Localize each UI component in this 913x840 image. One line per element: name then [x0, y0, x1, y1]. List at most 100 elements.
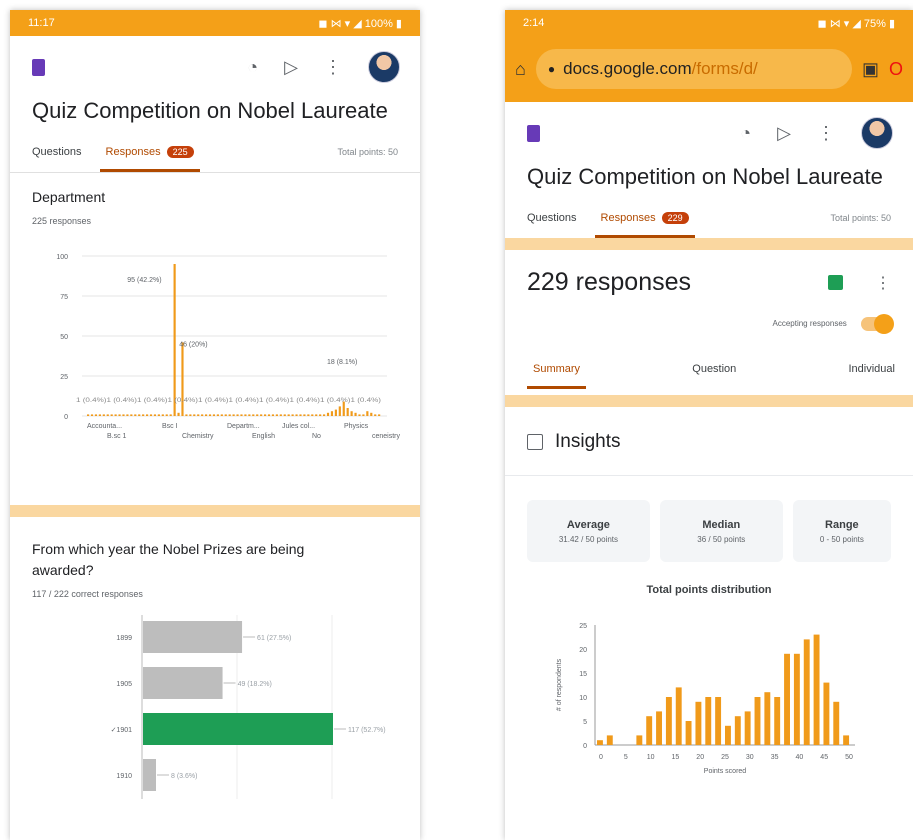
bar: [283, 414, 286, 416]
bar: [271, 414, 275, 416]
bar: [256, 414, 259, 416]
x-tick-label: 50: [845, 754, 853, 761]
accepting-responses-toggle[interactable]: [861, 314, 894, 334]
address-bar[interactable]: ● docs.google.com/forms/d/: [535, 49, 852, 89]
bar: [224, 414, 227, 416]
section-divider: [505, 238, 913, 250]
tab-switcher-icon[interactable]: ▣: [862, 59, 879, 80]
response-view-tabs: Summary Question Individual: [505, 349, 913, 389]
bar: [146, 414, 149, 416]
url-host: docs.google.com: [563, 59, 692, 78]
average-stat: Average 31.42 / 50 points: [527, 500, 650, 562]
more-vert-icon[interactable]: ⋮: [875, 273, 891, 293]
bar: [843, 735, 850, 745]
y-tick-label: 0: [64, 414, 68, 421]
median-stat: Median 36 / 50 points: [659, 500, 783, 562]
more-vert-icon[interactable]: ⋮: [324, 57, 342, 78]
send-icon[interactable]: ▷: [284, 57, 298, 78]
question-card-nobel-year: From which year the Nobel Prizes are bei…: [10, 517, 420, 818]
responses-count-badge: 229: [661, 212, 689, 224]
send-icon[interactable]: ▷: [777, 123, 791, 144]
bar: [291, 414, 294, 416]
y-tick-label: 20: [579, 647, 587, 654]
tab-individual[interactable]: Individual: [849, 363, 895, 375]
bar: [665, 697, 672, 745]
bar: [169, 414, 172, 416]
x-tick-label: Jules col...: [282, 423, 315, 430]
average-label: Average: [566, 518, 610, 531]
bar: [106, 414, 109, 416]
bar: [134, 414, 137, 416]
bar: [656, 711, 662, 745]
bar: [87, 414, 90, 416]
palette-icon[interactable]: ◔: [740, 123, 751, 144]
avatar[interactable]: [368, 51, 400, 83]
bar: [350, 411, 353, 416]
data-label: 95 (42.2%): [127, 277, 161, 284]
x-axis-label: Points scored: [704, 768, 747, 775]
tab-questions[interactable]: Questions: [32, 132, 82, 172]
more-vert-icon[interactable]: ⋮: [817, 123, 835, 144]
bar: [248, 414, 251, 416]
category-label: 1899: [116, 635, 132, 642]
bar: [695, 701, 702, 745]
bar: [646, 716, 653, 745]
department-bar-chart: 100 75 50 25 0 95 (42.2%) 46 (20%) 18 (8.1%) 1 (…: [56, 254, 400, 440]
bar: [189, 414, 192, 416]
bar: [597, 740, 603, 745]
bar: [110, 414, 113, 416]
tab-summary[interactable]: Summary: [526, 363, 587, 389]
bar: [279, 414, 282, 416]
sheets-icon[interactable]: [828, 275, 843, 290]
data-label: 117 (52.7%): [348, 727, 386, 734]
y-tick-label: 25: [579, 623, 587, 630]
x-tick-label: 30: [746, 754, 754, 761]
y-tick-label: 50: [60, 334, 68, 341]
bar: [366, 411, 369, 416]
bar: [98, 414, 101, 416]
bar: [114, 414, 117, 416]
data-label: 46 (20%): [179, 341, 207, 348]
opera-menu-icon[interactable]: O: [889, 59, 903, 80]
x-tick-label: English: [252, 433, 275, 440]
google-forms-icon[interactable]: [527, 124, 540, 142]
bar: [153, 414, 157, 416]
tab-responses[interactable]: Responses 225: [99, 132, 200, 172]
bar: [734, 716, 741, 745]
tab-questions[interactable]: Questions: [527, 198, 577, 238]
status-time: 2:14: [523, 17, 545, 29]
bar: [143, 713, 333, 745]
data-label: 49 (18.2%): [238, 681, 272, 688]
bar: [358, 414, 361, 416]
bar: [138, 414, 141, 416]
home-icon[interactable]: ⌂: [515, 59, 526, 80]
bar: [208, 414, 212, 416]
tab-responses[interactable]: Responses 229: [594, 198, 695, 238]
x-tick-label: B.sc 1: [107, 433, 127, 440]
bar: [90, 414, 94, 416]
section-divider: [505, 395, 913, 407]
bar: [220, 414, 223, 416]
question-title: From which year the Nobel Prizes are bei…: [32, 541, 305, 578]
bar: [793, 653, 800, 745]
bar: [315, 414, 318, 416]
avatar[interactable]: [861, 117, 893, 149]
bar: [181, 342, 184, 416]
x-tick-label: 0: [599, 754, 603, 761]
google-forms-icon[interactable]: [32, 58, 45, 76]
median-label: Median: [702, 518, 741, 531]
bar: [94, 414, 98, 416]
palette-icon[interactable]: ◔: [247, 57, 258, 78]
bar: [636, 735, 643, 745]
bar: [143, 759, 156, 791]
bar: [122, 414, 125, 416]
bar: [346, 408, 349, 416]
bar: [362, 414, 365, 416]
x-tick-label: Departm...: [227, 423, 260, 430]
bar: [833, 701, 840, 745]
x-tick-label: 35: [771, 754, 779, 761]
bar: [118, 414, 121, 416]
x-tick-label: 25: [721, 754, 729, 761]
tab-question[interactable]: Question: [692, 363, 736, 375]
tab-questions-label: Questions: [527, 212, 577, 224]
